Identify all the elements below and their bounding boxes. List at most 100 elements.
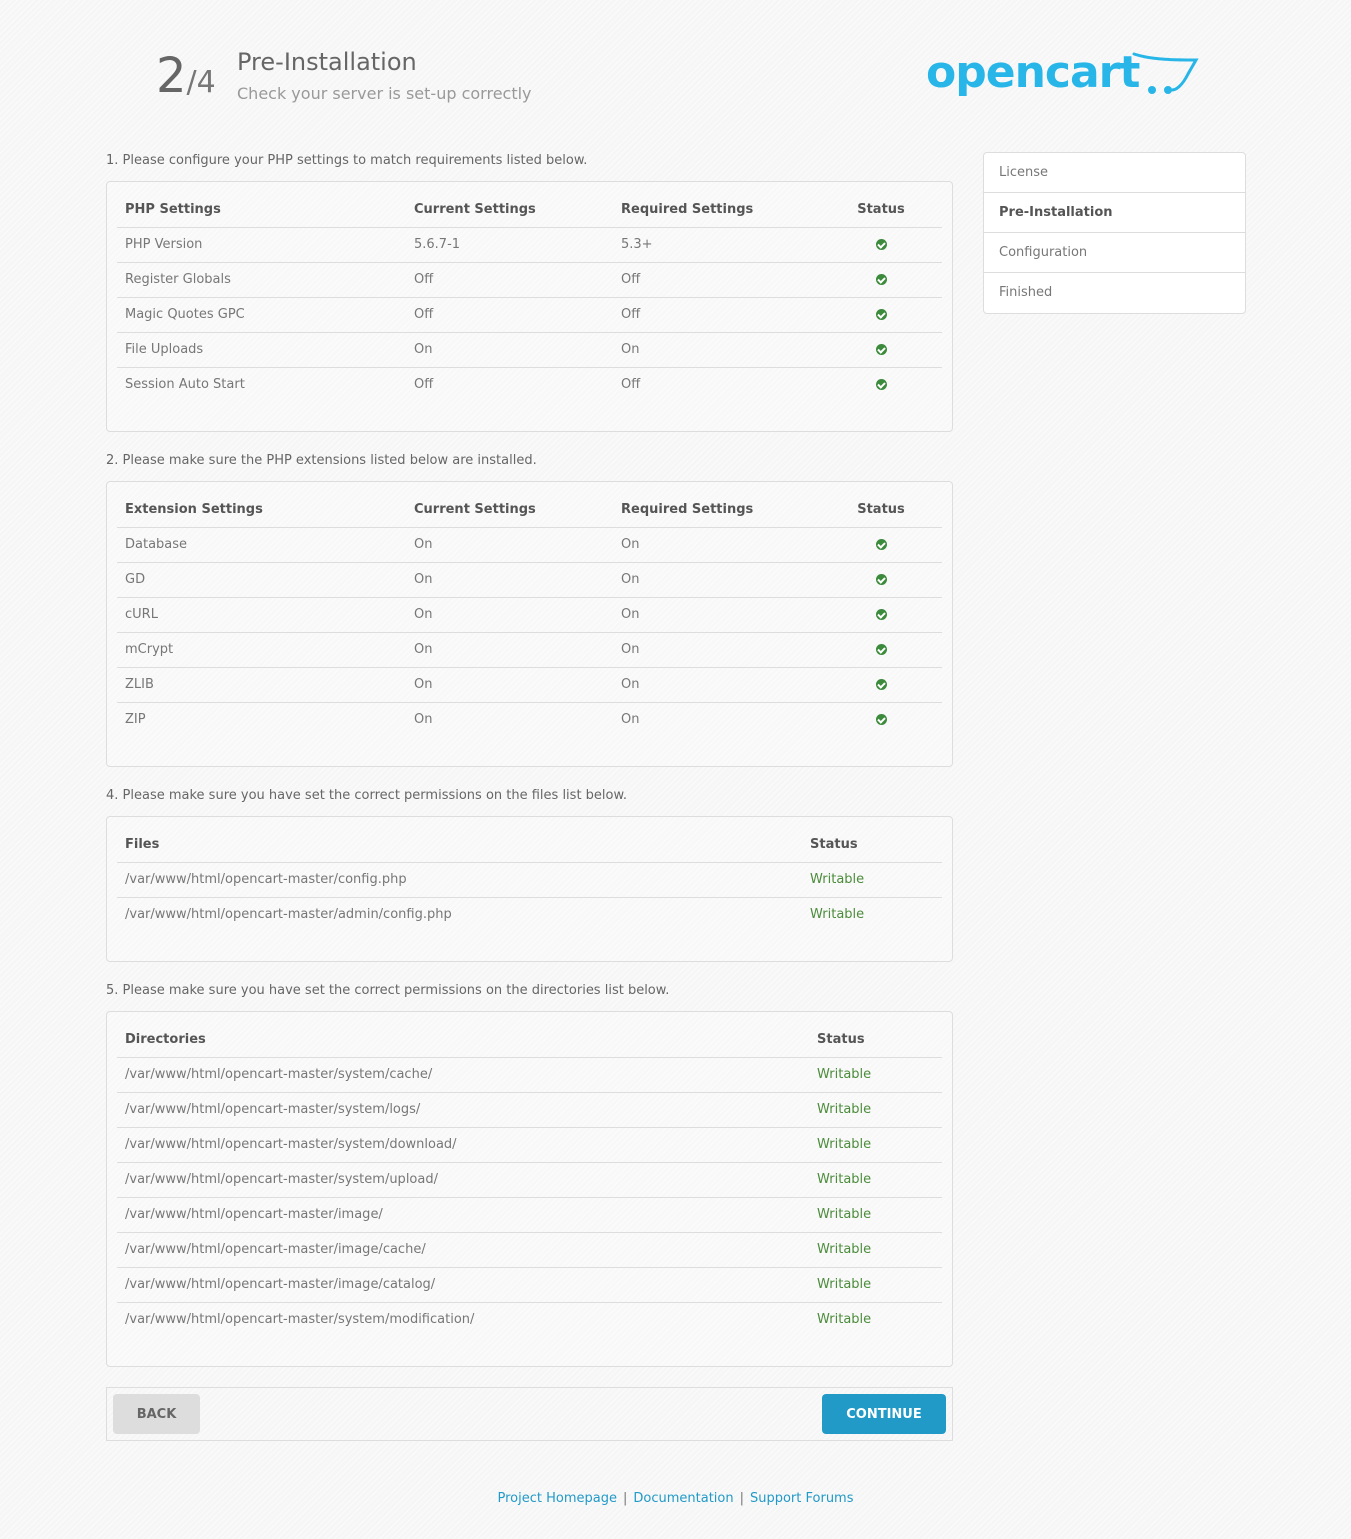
step-configuration[interactable]: Configuration xyxy=(984,233,1245,273)
logo-text: opencart xyxy=(926,47,1140,98)
table-row: /var/www/html/opencart-master/image/Writ… xyxy=(117,1197,942,1233)
table-row: /var/www/html/opencart-master/admin/conf… xyxy=(117,897,942,932)
cell-status xyxy=(820,702,942,737)
cell-status: Writable xyxy=(802,862,942,898)
step-license[interactable]: License xyxy=(984,153,1245,193)
continue-button[interactable]: CONTINUE xyxy=(822,1394,946,1434)
col-header: Status xyxy=(820,492,942,528)
cell-required: Off xyxy=(613,297,820,333)
cell-status xyxy=(820,632,942,668)
cell-current: Off xyxy=(406,297,613,333)
cell-current: On xyxy=(406,667,613,703)
cell-status: Writable xyxy=(809,1057,942,1093)
cell-status: Writable xyxy=(809,1092,942,1128)
check-circle-icon xyxy=(875,679,887,690)
cell-required: On xyxy=(613,597,820,633)
cell-status: Writable xyxy=(809,1232,942,1268)
separator: | xyxy=(622,1491,628,1506)
cell-name: Session Auto Start xyxy=(125,377,245,393)
cell-status: Writable xyxy=(817,1312,872,1328)
col-header: Status xyxy=(802,827,942,863)
cell-current: Off xyxy=(406,262,613,298)
cell-path: /var/www/html/opencart-master/system/cac… xyxy=(117,1057,809,1093)
files-panel: Files Status /var/www/html/opencart-mast… xyxy=(106,816,953,962)
documentation-link[interactable]: Documentation xyxy=(633,1491,733,1506)
extensions-intro: 2. Please make sure the PHP extensions l… xyxy=(106,453,537,468)
col-header: Directories xyxy=(117,1022,809,1058)
install-steps-nav: License Pre-Installation Configuration F… xyxy=(983,152,1246,314)
project-homepage-link[interactable]: Project Homepage xyxy=(498,1491,617,1506)
step-finished[interactable]: Finished xyxy=(984,273,1245,313)
directories-table: Directories Status /var/www/html/opencar… xyxy=(117,1022,942,1337)
cell-required: On xyxy=(613,527,820,563)
cell-status: Writable xyxy=(809,1162,942,1198)
col-header: Extension Settings xyxy=(117,492,406,528)
page-title: Pre-Installation xyxy=(237,48,417,76)
cell-name: mCrypt xyxy=(117,632,406,668)
col-header: Status xyxy=(809,1022,942,1058)
support-forums-link[interactable]: Support Forums xyxy=(750,1491,854,1506)
cell-required: On xyxy=(613,562,820,598)
php-settings-intro: 1. Please configure your PHP settings to… xyxy=(106,153,588,168)
table-row: mCrypt On On xyxy=(117,632,942,668)
cell-status xyxy=(820,667,942,703)
table-row: cURL On On xyxy=(117,597,942,633)
cell-path: /var/www/html/opencart-master/config.php xyxy=(117,862,802,898)
cell-current: On xyxy=(406,632,613,668)
cell-name: File Uploads xyxy=(117,332,406,368)
cell-current: On xyxy=(406,332,613,368)
table-row: /var/www/html/opencart-master/image/cach… xyxy=(117,1232,942,1268)
cell-status xyxy=(820,227,942,263)
step-total: /4 xyxy=(186,65,216,100)
cell-current: Off xyxy=(414,377,434,393)
col-header: Current Settings xyxy=(406,492,613,528)
table-row: /var/www/html/opencart-master/system/mod… xyxy=(117,1302,942,1337)
col-header: Current Settings xyxy=(406,192,613,228)
cell-path: /var/www/html/opencart-master/image/ xyxy=(117,1197,809,1233)
cell-current: On xyxy=(406,527,613,563)
cell-path: /var/www/html/opencart-master/system/upl… xyxy=(117,1162,809,1198)
step-pre-installation[interactable]: Pre-Installation xyxy=(984,193,1245,233)
cell-name: PHP Version xyxy=(117,227,406,263)
footer-links: Project Homepage | Documentation | Support F… xyxy=(0,1491,1351,1506)
button-bar: BACK CONTINUE xyxy=(106,1387,953,1441)
cell-path: /var/www/html/opencart-master/system/mod… xyxy=(125,1312,475,1328)
check-circle-icon xyxy=(875,574,887,585)
check-circle-icon xyxy=(875,309,887,320)
table-row: ZLIB On On xyxy=(117,667,942,703)
table-row: /var/www/html/opencart-master/system/cac… xyxy=(117,1057,942,1093)
table-row: Magic Quotes GPC Off Off xyxy=(117,297,942,333)
cell-status: Writable xyxy=(809,1267,942,1303)
directories-panel: Directories Status /var/www/html/opencar… xyxy=(106,1011,953,1367)
extensions-panel: Extension Settings Current Settings Requ… xyxy=(106,481,953,767)
cell-current: On xyxy=(406,562,613,598)
check-circle-icon xyxy=(875,539,887,550)
check-circle-icon xyxy=(875,644,887,655)
cell-name: GD xyxy=(117,562,406,598)
table-row: Session Auto Start Off Off xyxy=(117,367,942,402)
back-button[interactable]: BACK xyxy=(113,1394,200,1434)
cell-current: On xyxy=(406,597,613,633)
cell-current: 5.6.7-1 xyxy=(406,227,613,263)
step-indicator: 2/4 xyxy=(156,46,216,113)
cell-name: Magic Quotes GPC xyxy=(117,297,406,333)
cell-status xyxy=(820,562,942,598)
cell-path: /var/www/html/opencart-master/image/cach… xyxy=(117,1232,809,1268)
cell-name: Database xyxy=(117,527,406,563)
cell-path: /var/www/html/opencart-master/admin/conf… xyxy=(125,907,452,923)
table-row: /var/www/html/opencart-master/system/upl… xyxy=(117,1162,942,1198)
php-settings-table: PHP Settings Current Settings Required S… xyxy=(117,192,942,402)
cell-status: Writable xyxy=(810,907,865,923)
check-circle-icon xyxy=(875,609,887,620)
table-row: ZIP On On xyxy=(117,702,942,737)
step-current: 2 xyxy=(156,48,187,104)
table-row: /var/www/html/opencart-master/config.php… xyxy=(117,862,942,898)
php-settings-panel: PHP Settings Current Settings Required S… xyxy=(106,181,953,432)
cell-path: /var/www/html/opencart-master/system/dow… xyxy=(117,1127,809,1163)
col-header: Files xyxy=(117,827,802,863)
cell-required: On xyxy=(613,632,820,668)
cell-name: ZIP xyxy=(125,712,146,728)
page-subtitle: Check your server is set-up correctly xyxy=(237,84,532,103)
table-row: /var/www/html/opencart-master/system/dow… xyxy=(117,1127,942,1163)
cell-required: On xyxy=(613,667,820,703)
